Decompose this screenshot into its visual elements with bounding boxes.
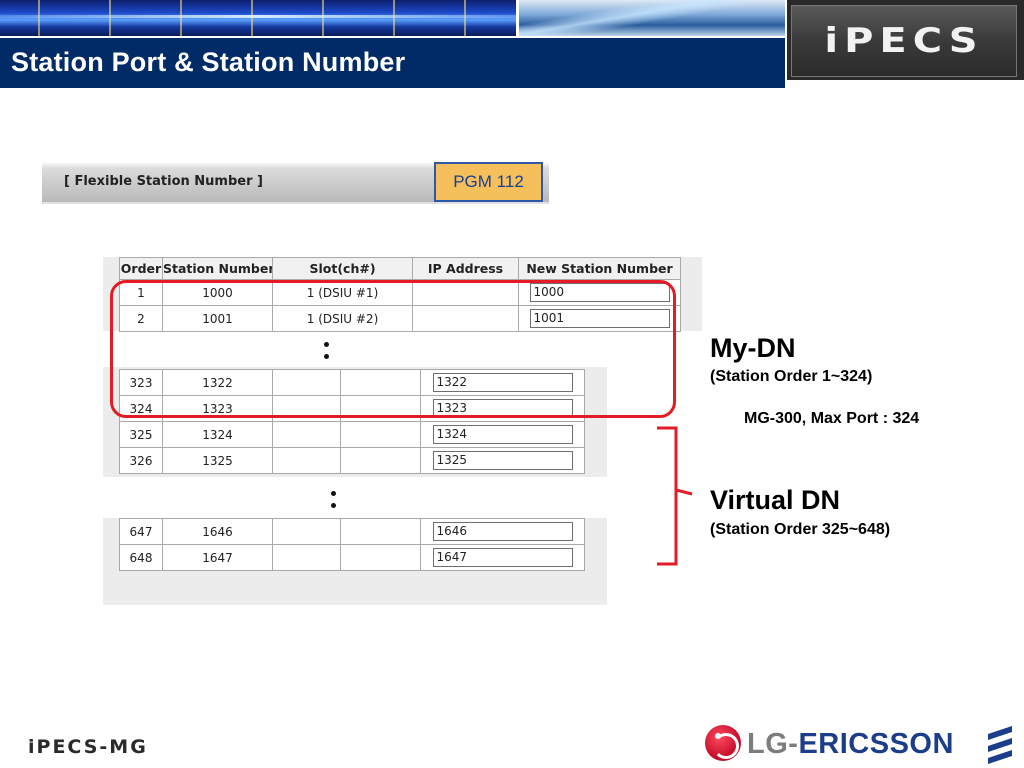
ipecs-logo-plate: iPECS — [791, 5, 1017, 77]
ipecs-mg-logo: iPECS-MG — [28, 736, 148, 758]
col-header-station-number: Station Number — [162, 257, 273, 280]
new-station-number-input[interactable]: 1647 — [432, 548, 573, 567]
lg-ericsson-wordmark: LG-ERICSSON — [747, 728, 954, 761]
my-dn-highlight-box — [110, 280, 676, 418]
header-banner-right — [519, 0, 785, 36]
ip-address-cell[interactable] — [340, 447, 421, 474]
slot-cell — [272, 421, 341, 448]
new-station-number-cell: 1324 — [420, 421, 585, 448]
page-title: Station Port & Station Number — [11, 47, 406, 77]
col-header-slot: Slot(ch#) — [272, 257, 413, 280]
my-dn-title: My-DN — [710, 333, 796, 363]
lg-text: LG — [747, 728, 789, 760]
new-station-number-input[interactable]: 1646 — [432, 522, 573, 541]
col-header-order: Order — [119, 257, 163, 280]
table-row: 325 1324 1324 — [119, 421, 585, 448]
virtual-dn-bracket — [657, 426, 693, 566]
title-bar: Station Port & Station Number — [0, 38, 785, 88]
order-cell: 647 — [119, 518, 163, 545]
my-dn-subtitle: (Station Order 1~324) — [710, 368, 873, 385]
slot-cell — [272, 518, 341, 545]
slot-cell — [272, 544, 341, 571]
col-header-new-station-number: New Station Number — [518, 257, 681, 280]
new-station-number-cell: 1325 — [420, 447, 585, 474]
ericsson-text: ERICSSON — [798, 728, 954, 760]
section-label: [ Flexible Station Number ] — [64, 174, 263, 189]
ericsson-logo-icon — [988, 726, 1012, 764]
col-header-ip-address: IP Address — [412, 257, 519, 280]
order-cell: 326 — [119, 447, 163, 474]
table-row: 326 1325 1325 — [119, 447, 585, 474]
station-number-cell: 1646 — [162, 518, 273, 545]
order-cell: 648 — [119, 544, 163, 571]
virtual-dn-title: Virtual DN — [710, 485, 841, 515]
station-number-cell: 1325 — [162, 447, 273, 474]
lg-face-logo-icon — [705, 725, 741, 761]
table-row: 647 1646 1646 — [119, 518, 585, 545]
station-number-cell: 1324 — [162, 421, 273, 448]
ellipsis-dots-2 — [331, 491, 337, 515]
max-port-note: MG-300, Max Port : 324 — [744, 410, 920, 427]
station-table-bottom: 647 1646 1646 648 1647 1647 — [119, 518, 585, 571]
virtual-dn-subtitle: (Station Order 325~648) — [710, 521, 891, 538]
new-station-number-cell: 1646 — [420, 518, 585, 545]
order-cell: 325 — [119, 421, 163, 448]
ip-address-cell[interactable] — [340, 518, 421, 545]
table-header-row: Order Station Number Slot(ch#) IP Addres… — [119, 257, 681, 280]
new-station-number-input[interactable]: 1325 — [432, 451, 573, 470]
brand-dash: - — [788, 728, 799, 760]
pgm-badge: PGM 112 — [434, 162, 543, 202]
table-row: 648 1647 1647 — [119, 544, 585, 571]
slot-cell — [272, 447, 341, 474]
new-station-number-input[interactable]: 1324 — [432, 425, 573, 444]
header-banner-left — [0, 0, 516, 36]
ip-address-cell[interactable] — [340, 421, 421, 448]
ipecs-logo-text: iPECS — [824, 21, 984, 61]
new-station-number-cell: 1647 — [420, 544, 585, 571]
station-number-cell: 1647 — [162, 544, 273, 571]
ip-address-cell[interactable] — [340, 544, 421, 571]
ipecs-logo: iPECS — [787, 0, 1024, 80]
